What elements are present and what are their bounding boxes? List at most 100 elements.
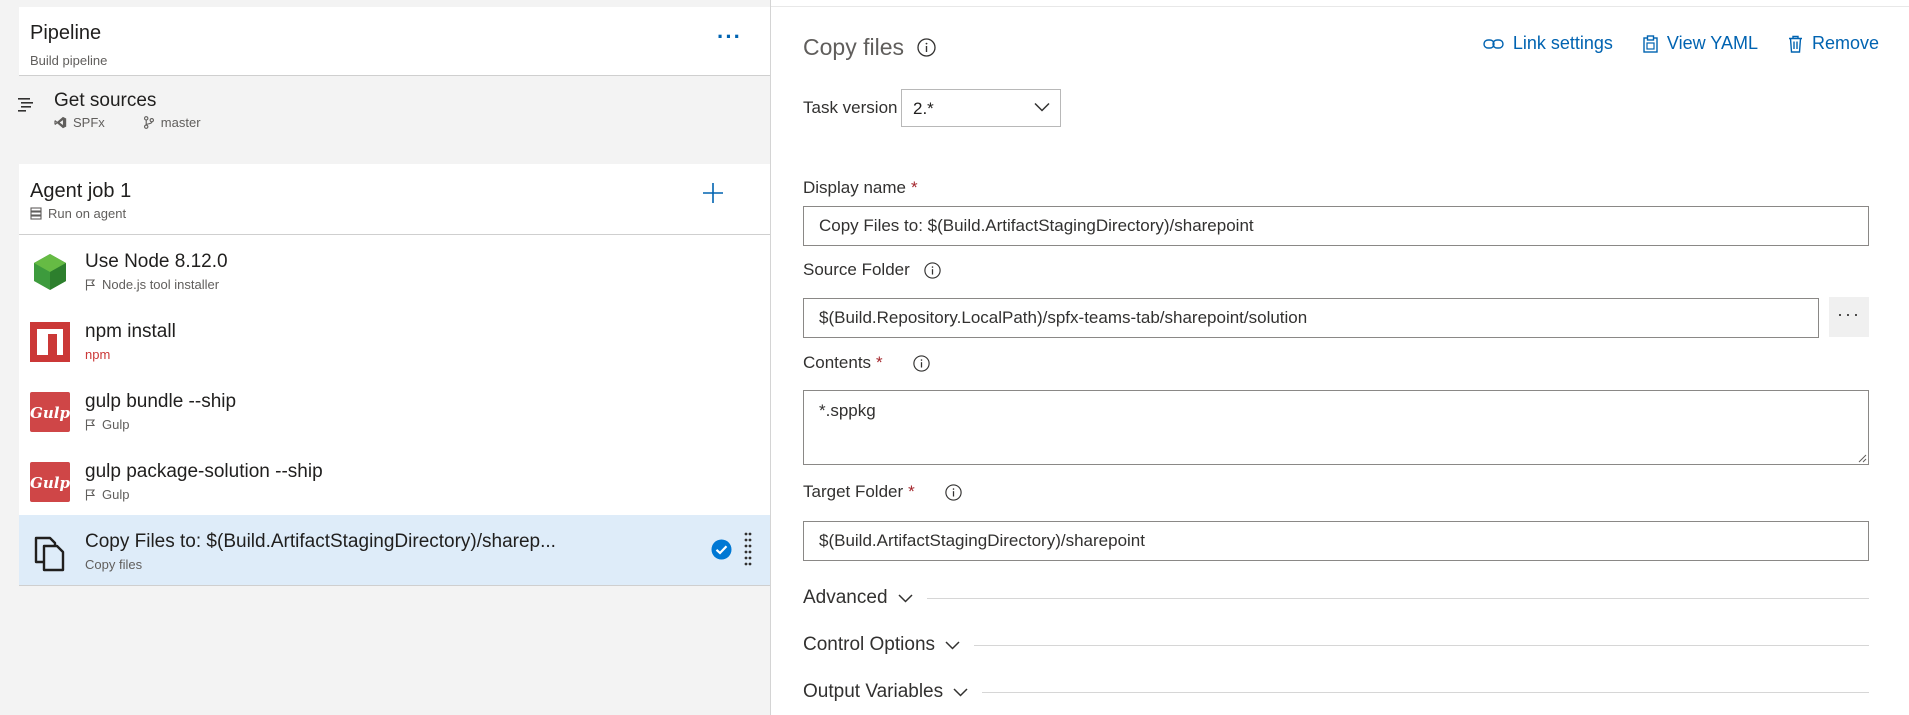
remove-button[interactable]: Remove [1788, 33, 1879, 54]
task-details-title: Copy files [803, 34, 904, 60]
source-folder-input[interactable] [803, 298, 1819, 338]
task-item-selected[interactable]: Copy Files to: $(Build.ArtifactStagingDi… [19, 515, 770, 585]
required-marker: * [908, 482, 915, 501]
task-version-label-text: Task version [803, 98, 898, 117]
sources-list-icon [18, 98, 33, 112]
repo-name: SPFx [73, 115, 105, 130]
task-title: gulp package-solution --ship [85, 461, 323, 482]
link-icon [1483, 38, 1504, 49]
pipeline-task-list-pane: Pipeline Build pipeline ··· Get sources … [0, 0, 771, 715]
flag-icon [85, 418, 96, 430]
agent-job-title: Agent job 1 [30, 180, 132, 202]
task-subtitle: npm [85, 347, 110, 362]
info-icon[interactable] [945, 483, 962, 501]
drag-handle-icon[interactable] [744, 531, 752, 571]
task-item[interactable]: Gulp gulp bundle --ship Gulp [19, 375, 770, 445]
task-subtitle-text: Node.js tool installer [102, 277, 220, 292]
add-task-button[interactable] [702, 182, 724, 204]
control-options-label: Control Options [803, 634, 936, 655]
agent-job-subtitle: Run on agent [30, 206, 126, 221]
server-icon [30, 207, 42, 220]
source-folder-label-text: Source Folder [803, 260, 910, 279]
required-marker: * [876, 353, 883, 372]
gulp-icon: Gulp [30, 462, 70, 502]
target-folder-input[interactable] [803, 521, 1869, 561]
info-icon[interactable] [917, 38, 936, 57]
contents-textarea[interactable]: *.sppkg [803, 390, 1869, 465]
branch-icon [143, 116, 154, 129]
control-options-section-toggle[interactable]: Control Options [803, 630, 1869, 660]
get-sources-meta: SPFx master [54, 115, 207, 130]
chevron-down-icon [1034, 102, 1050, 112]
required-marker: * [911, 178, 918, 197]
task-item[interactable]: Use Node 8.12.0 Node.js tool installer [19, 235, 770, 305]
display-name-input[interactable] [803, 206, 1869, 246]
view-yaml-label: View YAML [1666, 33, 1758, 53]
task-subtitle-text: Gulp [102, 487, 130, 502]
contents-label-text: Contents [803, 353, 872, 372]
resize-grip-icon[interactable] [1857, 453, 1867, 463]
link-settings-button[interactable]: Link settings [1483, 33, 1613, 54]
get-sources-item[interactable]: Get sources SPFx master [0, 76, 770, 162]
task-item[interactable]: Gulp gulp package-solution --ship Gulp [19, 445, 770, 515]
advanced-label: Advanced [803, 587, 888, 608]
pipeline-title: Pipeline [30, 22, 102, 44]
task-list: Use Node 8.12.0 Node.js tool installer n… [19, 235, 770, 586]
branch-name: master [160, 115, 201, 130]
clipboard-icon [1643, 34, 1658, 53]
info-icon[interactable] [912, 354, 930, 372]
gulp-icon: Gulp [30, 392, 70, 432]
contents-label: Contents * [803, 353, 930, 373]
task-subtitle-text: npm [85, 347, 111, 362]
chevron-down-icon [945, 640, 960, 650]
pipeline-subtitle: Build pipeline [30, 53, 108, 68]
svg-text:Gulp: Gulp [30, 404, 70, 422]
checkmark-circle-icon [711, 539, 732, 560]
task-version-select[interactable]: 2.* [901, 89, 1061, 127]
task-title: Copy Files to: $(Build.ArtifactStagingDi… [85, 531, 556, 552]
get-sources-title: Get sources [54, 90, 157, 111]
nodejs-icon [34, 254, 66, 290]
task-subtitle: Gulp [85, 487, 129, 502]
copy-files-icon [34, 536, 65, 572]
task-title: gulp bundle --ship [85, 391, 237, 412]
visual-studio-icon [54, 116, 67, 129]
output-variables-section-toggle[interactable]: Output Variables [803, 677, 1869, 707]
chevron-down-icon [953, 687, 968, 697]
display-name-label-text: Display name [803, 178, 906, 197]
task-subtitle: Node.js tool installer [85, 277, 219, 292]
view-yaml-button[interactable]: View YAML [1643, 33, 1758, 54]
task-version-value: 2.* [913, 99, 934, 118]
section-divider [982, 691, 1869, 693]
task-subtitle-text: Gulp [102, 417, 130, 432]
chevron-down-icon [897, 593, 913, 603]
task-item[interactable]: npm install npm [19, 305, 770, 375]
info-icon[interactable] [924, 261, 941, 279]
task-title: npm install [85, 321, 176, 342]
flag-icon [85, 488, 96, 500]
link-settings-label: Link settings [1512, 33, 1613, 53]
section-divider [926, 597, 1869, 599]
task-subtitle: Copy files [85, 557, 142, 572]
task-subtitle: Gulp [85, 417, 129, 432]
browse-source-folder-button[interactable]: ··· [1829, 297, 1869, 337]
source-folder-label: Source Folder [803, 260, 941, 280]
task-details-pane: Copy files Link settings View YAML Remov… [771, 0, 1909, 715]
advanced-section-toggle[interactable]: Advanced [803, 583, 1869, 613]
agent-job-subtitle-text: Run on agent [48, 206, 127, 221]
flag-icon [85, 278, 96, 290]
remove-label: Remove [1811, 33, 1879, 53]
target-folder-label: Target Folder * [803, 482, 962, 502]
pipeline-header[interactable]: Pipeline Build pipeline ··· [19, 7, 770, 76]
target-folder-label-text: Target Folder [803, 482, 904, 501]
more-options-button[interactable]: ··· [717, 26, 742, 48]
task-version-label: Task version [803, 98, 897, 118]
svg-text:Gulp: Gulp [30, 474, 70, 492]
task-title: Use Node 8.12.0 [85, 251, 228, 272]
display-name-label: Display name * [803, 178, 918, 198]
section-divider [974, 644, 1869, 646]
npm-icon [30, 322, 70, 362]
trash-icon [1788, 35, 1802, 53]
task-actions: Link settings View YAML Remove [1483, 33, 1909, 54]
agent-job[interactable]: Agent job 1 Run on agent [19, 164, 770, 235]
